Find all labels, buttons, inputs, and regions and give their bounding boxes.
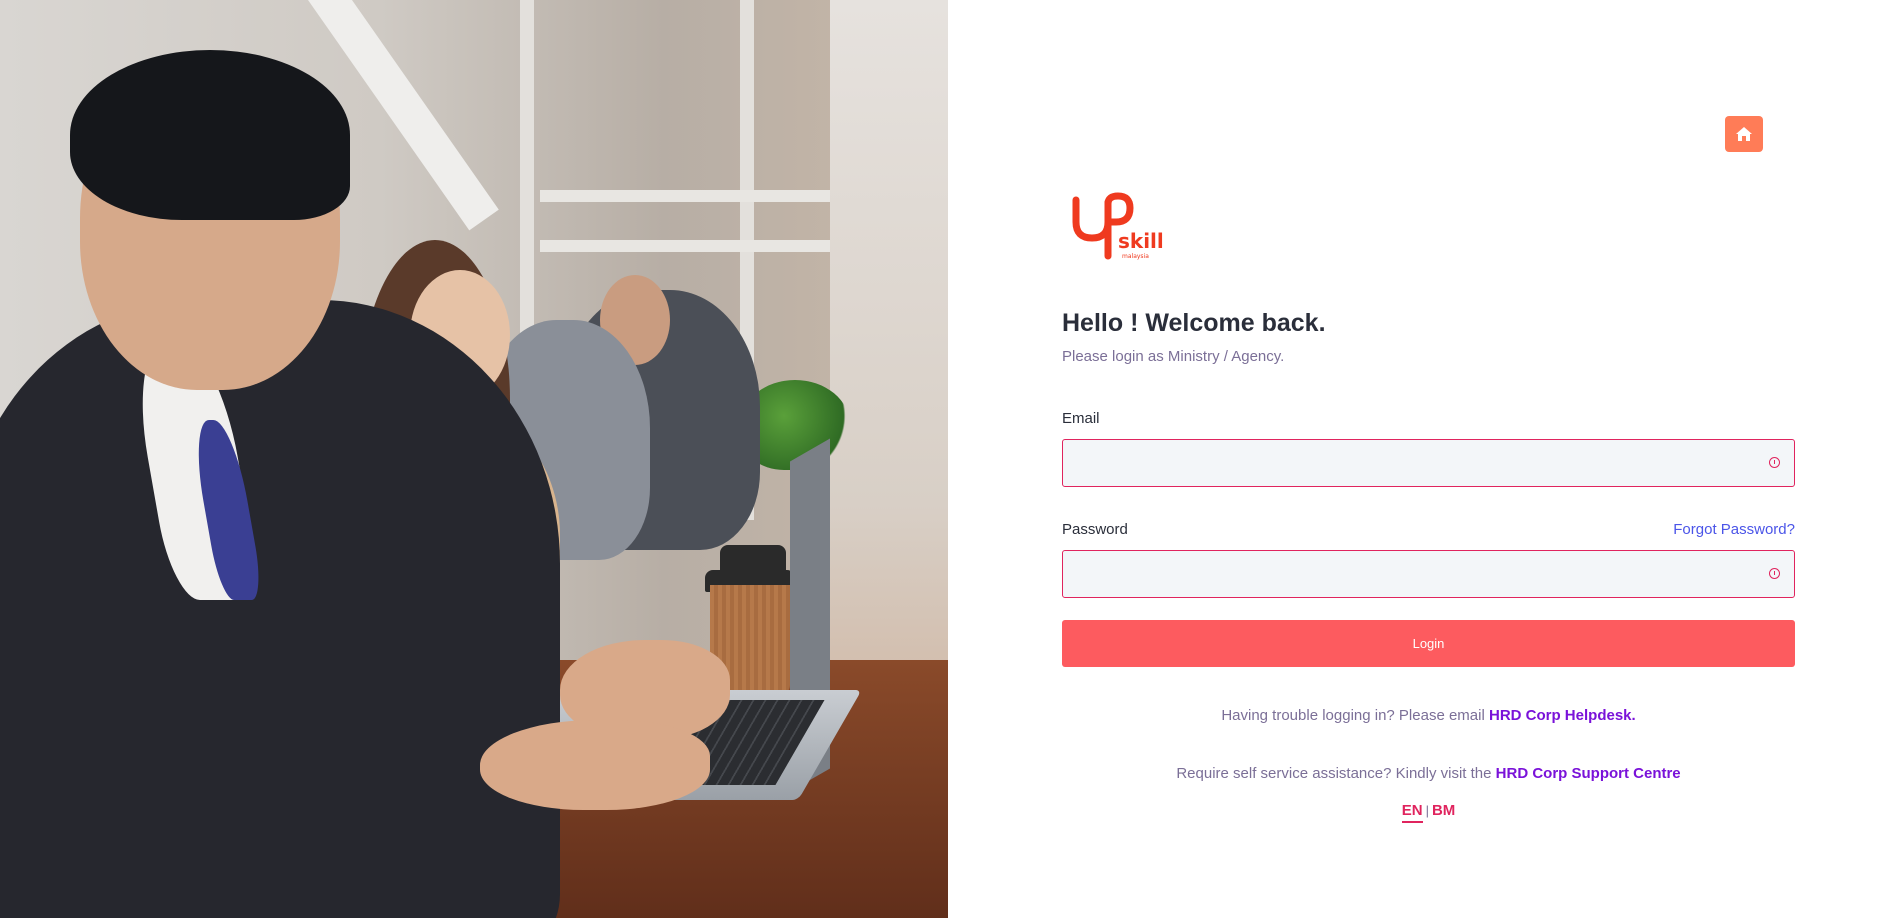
- photo-rail: [540, 190, 830, 202]
- email-field-wrapper: [1062, 439, 1795, 487]
- language-separator: |: [1425, 803, 1429, 818]
- alert-circle-icon: [1769, 457, 1780, 468]
- password-field[interactable]: [1063, 551, 1794, 597]
- helpdesk-text: Having trouble logging in? Please email …: [1062, 707, 1795, 724]
- email-label: Email: [1062, 410, 1100, 427]
- svg-text:skill: skill: [1118, 229, 1164, 253]
- office-photo: [0, 0, 948, 918]
- photo-person-front: [0, 300, 560, 918]
- upskill-logo: skill malaysia: [1072, 192, 1164, 260]
- support-centre-text: Require self service assistance? Kindly …: [1062, 765, 1795, 782]
- login-page: skill malaysia Hello ! Welcome back. Ple…: [0, 0, 1890, 918]
- helpdesk-prompt: Having trouble logging in? Please email: [1221, 707, 1485, 724]
- login-button[interactable]: Login: [1062, 620, 1795, 667]
- photo-hand: [480, 720, 710, 810]
- login-panel: skill malaysia Hello ! Welcome back. Ple…: [948, 0, 1890, 918]
- support-centre-link[interactable]: HRD Corp Support Centre: [1496, 765, 1681, 782]
- language-option-bm[interactable]: BM: [1432, 802, 1455, 819]
- password-field-wrapper: [1062, 550, 1795, 598]
- email-field[interactable]: [1063, 440, 1794, 486]
- home-button[interactable]: [1725, 116, 1763, 152]
- support-centre-prompt: Require self service assistance? Kindly …: [1176, 765, 1492, 782]
- svg-text:malaysia: malaysia: [1122, 253, 1149, 260]
- photo-rail: [540, 240, 830, 252]
- alert-circle-icon: [1769, 568, 1780, 579]
- page-title: Hello ! Welcome back.: [1062, 309, 1326, 337]
- forgot-password-link[interactable]: Forgot Password?: [1673, 521, 1795, 538]
- helpdesk-link[interactable]: HRD Corp Helpdesk.: [1489, 707, 1636, 724]
- page-subtitle: Please login as Ministry / Agency.: [1062, 348, 1285, 365]
- photo-person-front-hair: [70, 50, 350, 220]
- language-option-en[interactable]: EN: [1401, 802, 1423, 823]
- home-icon: [1736, 127, 1752, 141]
- language-switcher: EN | BM: [1062, 802, 1795, 823]
- password-label: Password: [1062, 521, 1128, 538]
